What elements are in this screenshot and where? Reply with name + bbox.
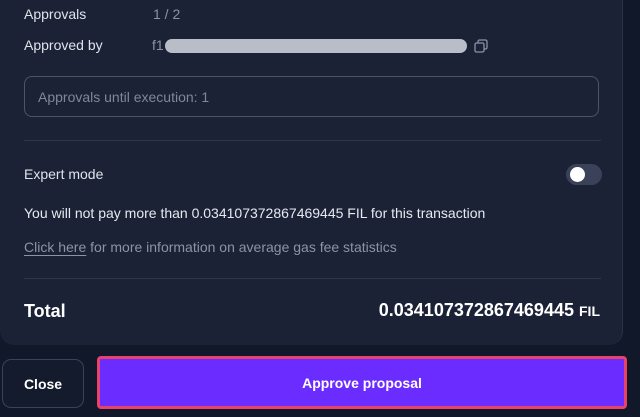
approvals-until-execution-text: Approvals until execution: 1 — [38, 89, 210, 105]
gas-fee-info-text: for more information on average gas fee … — [86, 239, 397, 255]
toggle-knob — [570, 167, 585, 182]
total-label: Total — [24, 301, 66, 321]
approvals-value: 1 / 2 — [153, 6, 181, 22]
total-amount-unit: FIL — [579, 303, 600, 319]
copy-icon[interactable] — [474, 39, 488, 53]
approve-proposal-button[interactable]: Approve proposal — [97, 356, 627, 409]
expert-mode-toggle[interactable] — [566, 164, 602, 185]
divider — [24, 278, 601, 279]
approvals-until-execution-field: Approvals until execution: 1 — [24, 76, 599, 117]
divider — [24, 140, 601, 141]
approved-by-label: Approved by — [24, 37, 103, 53]
expert-mode-label: Expert mode — [24, 166, 104, 182]
gas-fee-info-link[interactable]: Click here — [24, 239, 86, 255]
gas-fee-info: Click here for more information on avera… — [24, 239, 397, 255]
close-button[interactable]: Close — [2, 359, 84, 408]
approver-address-prefix: f1 — [152, 37, 164, 53]
approvals-label: Approvals — [24, 6, 87, 22]
max-fee-notice: You will not pay more than 0.03410737286… — [24, 205, 486, 221]
total-amount: 0.034107372867469445 FIL — [379, 300, 600, 321]
total-amount-value: 0.034107372867469445 — [378, 300, 574, 320]
approver-address-redacted — [165, 39, 467, 53]
